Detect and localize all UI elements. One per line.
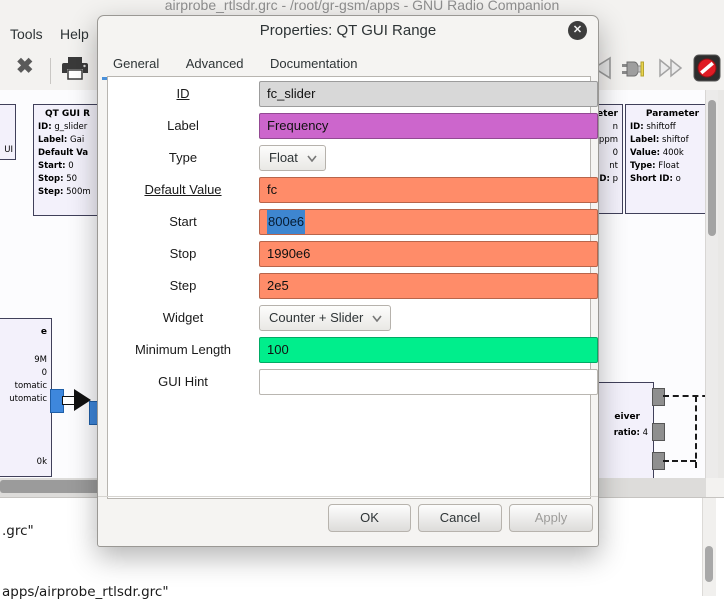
field-row-gui-hint: GUI Hint: [108, 369, 598, 395]
block-options-fragment[interactable]: UI: [0, 104, 16, 160]
block-line: e: [40, 327, 47, 337]
step-input[interactable]: 2e5: [259, 273, 598, 299]
field-row-type: Type Float: [108, 145, 590, 171]
cancel-button[interactable]: Cancel: [418, 504, 502, 532]
gui-hint-input[interactable]: [259, 369, 598, 395]
stop-input[interactable]: 1990e6: [259, 241, 598, 267]
dialog-form: ID fc_slider Label Frequency Type Float …: [107, 76, 598, 499]
chevron-down-icon: [307, 146, 317, 170]
label-input[interactable]: Frequency: [259, 113, 598, 139]
selected-text: 800e6: [267, 210, 306, 234]
block-line: tomatic: [14, 381, 47, 391]
menu-help[interactable]: Help: [56, 24, 93, 44]
apply-button[interactable]: Apply: [509, 504, 593, 532]
connection-wire-dashed: [695, 396, 697, 468]
field-row-step: Step 2e5: [108, 273, 598, 299]
close-icon[interactable]: ✖: [16, 54, 34, 79]
scrollbar-thumb[interactable]: [708, 100, 716, 236]
field-row-minimum-length: Minimum Length 100: [108, 337, 598, 363]
block-title: eiver: [614, 412, 640, 422]
block-line: 0k: [36, 457, 47, 467]
canvas-edge: [718, 90, 724, 478]
start-input[interactable]: 800e6: [259, 209, 598, 235]
dropdown-value: Counter + Slider: [269, 310, 364, 325]
field-row-widget: Widget Counter + Slider: [108, 305, 590, 331]
console-line: apps/airprobe_rtlsdr.grc": [2, 584, 169, 599]
menu-tools[interactable]: Tools: [6, 24, 47, 44]
minimum-length-input[interactable]: 100: [259, 337, 598, 363]
ok-button[interactable]: OK: [328, 504, 411, 532]
field-label-step: Step: [169, 278, 197, 293]
plug-icon[interactable]: [620, 54, 650, 84]
connection-wire-dashed: [663, 460, 696, 462]
field-row-stop: Stop 1990e6: [108, 241, 598, 267]
dialog-close-button[interactable]: ✕: [568, 21, 587, 40]
window-title: airprobe_rtlsdr.grc - /root/gr-gsm/apps …: [164, 0, 560, 13]
tab-label: Advanced: [185, 56, 244, 71]
tab-label: General: [113, 56, 160, 71]
dropdown-value: Float: [269, 150, 298, 165]
scrollbar-thumb[interactable]: [705, 546, 713, 582]
output-port[interactable]: [652, 388, 665, 406]
canvas-vertical-scrollbar[interactable]: [705, 90, 718, 478]
dialog-button-row: OK Cancel Apply: [98, 496, 598, 546]
tab-advanced[interactable]: Advanced: [175, 49, 255, 77]
grc-window: airprobe_rtlsdr.grc - /root/gr-gsm/apps …: [0, 0, 724, 599]
tab-label: Documentation: [269, 56, 358, 71]
toolbar-separator: [50, 58, 51, 84]
field-row-label: Label Frequency: [108, 113, 598, 139]
field-label-id: ID: [176, 86, 190, 101]
field-label-type: Type: [168, 150, 198, 165]
field-label-widget: Widget: [162, 310, 204, 325]
chevron-down-icon: [372, 306, 382, 330]
field-label-stop: Stop: [169, 246, 197, 261]
console-vertical-scrollbar[interactable]: [702, 498, 716, 596]
output-port[interactable]: [652, 423, 665, 441]
fast-forward-icon[interactable]: [657, 54, 685, 82]
properties-dialog: Properties: QT GUI Range ✕ General Advan…: [97, 15, 599, 547]
block-line: ratio: 4: [613, 428, 648, 438]
default-value-input[interactable]: fc: [259, 177, 598, 203]
console-line: .grc": [2, 523, 34, 539]
id-input[interactable]: fc_slider: [259, 81, 598, 107]
tab-general[interactable]: General: [102, 49, 171, 80]
field-label-default-value: Default Value: [144, 182, 222, 197]
field-label-label: Label: [167, 118, 199, 133]
block-line: 0: [41, 368, 47, 378]
block-source-fragment[interactable]: e 9M 0 tomatic utomatic 0k: [0, 318, 52, 477]
field-row-start: Start 800e6: [108, 209, 598, 235]
tab-documentation[interactable]: Documentation: [259, 49, 368, 77]
type-dropdown[interactable]: Float: [259, 145, 326, 171]
field-label-minimum-length: Minimum Length: [134, 342, 232, 357]
block-line: 9M: [34, 355, 47, 365]
field-label-gui-hint: GUI Hint: [158, 374, 208, 389]
dialog-title: Properties: QT GUI Range: [259, 22, 437, 39]
field-row-default-value: Default Value fc: [108, 177, 598, 203]
print-icon[interactable]: [60, 54, 90, 84]
block-label: UI: [4, 145, 13, 155]
widget-dropdown[interactable]: Counter + Slider: [259, 305, 392, 331]
block-line: utomatic: [9, 394, 47, 404]
field-row-id: ID fc_slider: [108, 81, 598, 107]
field-label-start: Start: [169, 214, 197, 229]
kill-icon[interactable]: [693, 53, 721, 83]
dialog-tabs: General Advanced Documentation: [102, 49, 368, 80]
